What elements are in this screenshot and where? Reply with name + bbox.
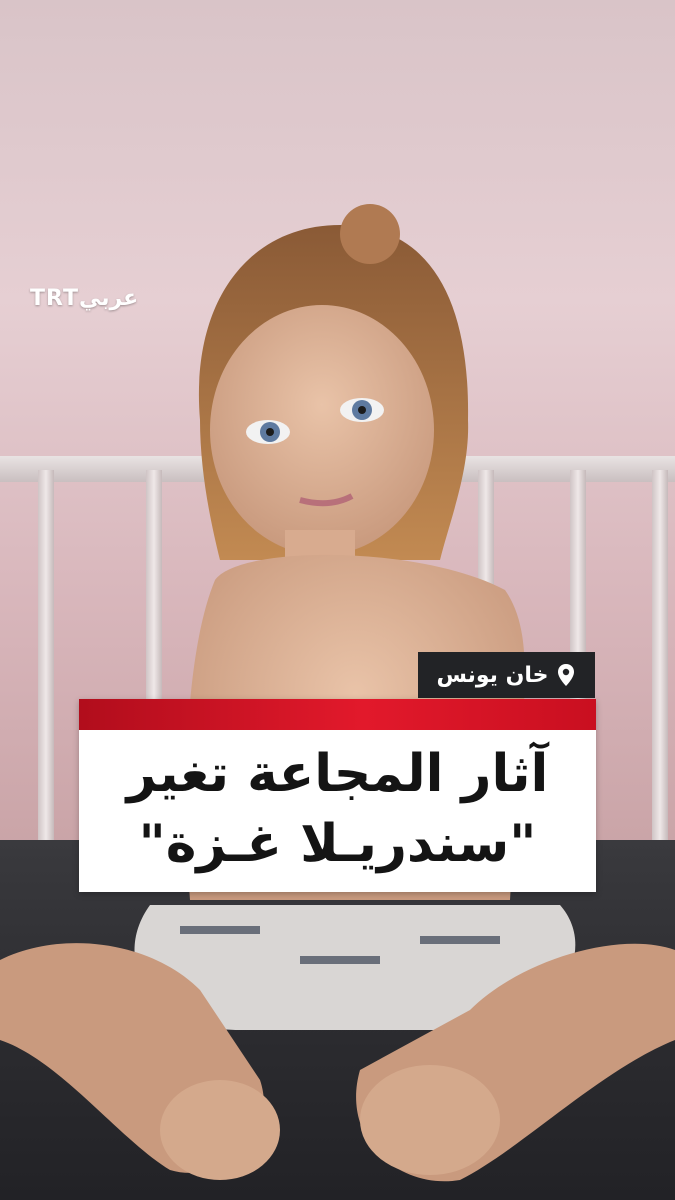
location-label: خان يونس xyxy=(436,662,549,688)
child-figure xyxy=(0,204,675,1182)
headline-accent-bar xyxy=(79,699,596,730)
headline-card: آثار المجاعة تغير "سندريـلا غـزة" xyxy=(79,699,596,892)
hair-bun xyxy=(340,204,400,264)
headline-line-1: آثار المجاعة تغير xyxy=(126,744,549,804)
left-foot xyxy=(160,1080,280,1180)
map-pin-icon xyxy=(558,664,575,686)
trt-arabi-logo: TRTعربي xyxy=(30,286,139,311)
headline: آثار المجاعة تغير "سندريـلا غـزة" xyxy=(95,739,580,879)
headline-line-2: "سندريـلا غـزة" xyxy=(138,814,537,874)
face xyxy=(210,305,434,555)
background-photo xyxy=(0,0,675,1200)
location-tag: خان يونس xyxy=(418,652,595,698)
right-foot xyxy=(360,1065,500,1175)
